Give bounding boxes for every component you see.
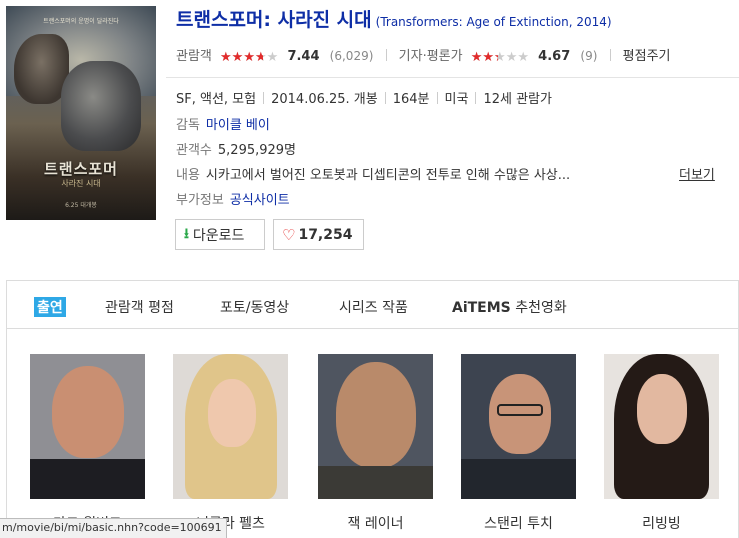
divider [609,49,611,61]
cast-photo[interactable] [318,354,433,499]
movie-title-korean[interactable]: 트랜스포머: 사라진 시대 [176,9,372,31]
divider [166,77,739,78]
actor-face [637,374,687,444]
audience-star-rating: ★★★★★★★★★★ [220,50,279,65]
divider [385,49,387,61]
download-icon: ⭳ [184,225,189,242]
director-link[interactable]: 마이클 베이 [206,118,270,133]
actor-face [336,362,416,468]
poster-title: 트랜스포머 [43,160,118,178]
poster-date: 6.25 대개봉 [65,202,97,209]
actor-suit [30,459,145,499]
movie-title: 트랜스포머: 사라진 시대 (Transformers: Age of Extin… [176,5,612,32]
audience-count-label: 관객수 [176,143,212,158]
actor-glasses [497,404,543,416]
heart-icon: ♡ [282,225,296,244]
synopsis-more-link[interactable]: 더보기 [679,164,715,183]
tab-photo-video[interactable]: 포토/동영상 [220,297,289,317]
synopsis-label: 내용 [176,168,200,183]
director-row: 감독 마이클 베이 [176,114,270,133]
tab-audience-reviews[interactable]: 관람객 평점 [105,297,174,317]
download-label: 다운로드 [192,227,245,244]
release-date[interactable]: 2014.06.25. 개봉 [271,92,378,107]
poster-tagline: 트랜스포머의 운명이 달라진다 [43,18,119,25]
like-button[interactable]: ♡ 17,254 [273,219,364,250]
genre[interactable]: SF, 액션, 모험 [176,92,256,107]
tab-aitems-recommend[interactable]: AiTEMS 추천영화 [452,297,567,317]
country[interactable]: 미국 [445,92,469,107]
like-count: 17,254 [298,226,353,243]
runtime: 164분 [392,92,430,107]
rate-movie-link[interactable]: 평점주기 [623,49,671,64]
poster-subtitle: 사라진 시대 [61,179,101,188]
actor-face [52,366,124,458]
audience-score: 7.44 [287,49,320,64]
cast-photo[interactable] [604,354,719,499]
cast-photo[interactable] [173,354,288,499]
download-button[interactable]: ⭳ 다운로드 [175,219,265,250]
critic-rating-label: 기자·평론가 [398,49,463,64]
synopsis-row: 내용 시카고에서 벌어진 오토봇과 디셉티콘의 전투로 인해 수많은 사상... [176,164,570,183]
cast-name[interactable]: 스탠리 투치 [461,513,576,533]
movie-title-english: (Transformers: Age of Extinction, 2014) [375,15,612,29]
director-label: 감독 [176,118,200,133]
actor-suit [461,459,576,499]
aitems-logo: AiTEMS [452,300,511,316]
actor-jacket [318,466,433,499]
official-site-link[interactable]: 공식사이트 [230,193,290,208]
rating-row: 관람객 ★★★★★★★★★★ 7.44 (6,029) 기자·평론가 ★★★★★… [176,45,671,65]
tab-series[interactable]: 시리즈 작품 [339,297,408,317]
poster-robot [61,61,141,151]
extra-info-row: 부가정보 공식사이트 [176,189,290,208]
critic-star-rating: ★★★★★★★★★★ [470,50,530,65]
actor-face [208,379,256,447]
critic-score: 4.67 [538,49,571,64]
cast-name[interactable]: 리빙빙 [604,513,719,533]
recommend-label: 추천영화 [515,300,567,316]
movie-summary-row: SF, 액션, 모험 2014.06.25. 개봉 164분 미국 12세 관람가 [176,88,552,107]
movie-poster[interactable]: 트랜스포머의 운명이 달라진다 트랜스포머 사라진 시대 6.25 대개봉 [6,6,156,220]
audience-rating-label: 관람객 [176,49,212,64]
cast-photo[interactable] [461,354,576,499]
cast-photo[interactable] [30,354,145,499]
status-bar-url: m/movie/bi/mi/basic.nhn?code=100691 [0,518,227,538]
extra-info-label: 부가정보 [176,193,224,208]
age-rating: 12세 관람가 [483,92,552,107]
audience-rating-count: (6,029) [329,49,374,63]
tab-cast[interactable]: 출연 [34,297,66,317]
critic-rating-count: (9) [580,49,598,63]
audience-count: 5,295,929명 [217,143,297,158]
cast-name[interactable]: 잭 레이너 [318,513,433,533]
audience-row: 관객수 5,295,929명 [176,139,296,158]
synopsis-text: 시카고에서 벌어진 오토봇과 디셉티콘의 전투로 인해 수많은 사상... [205,168,571,183]
